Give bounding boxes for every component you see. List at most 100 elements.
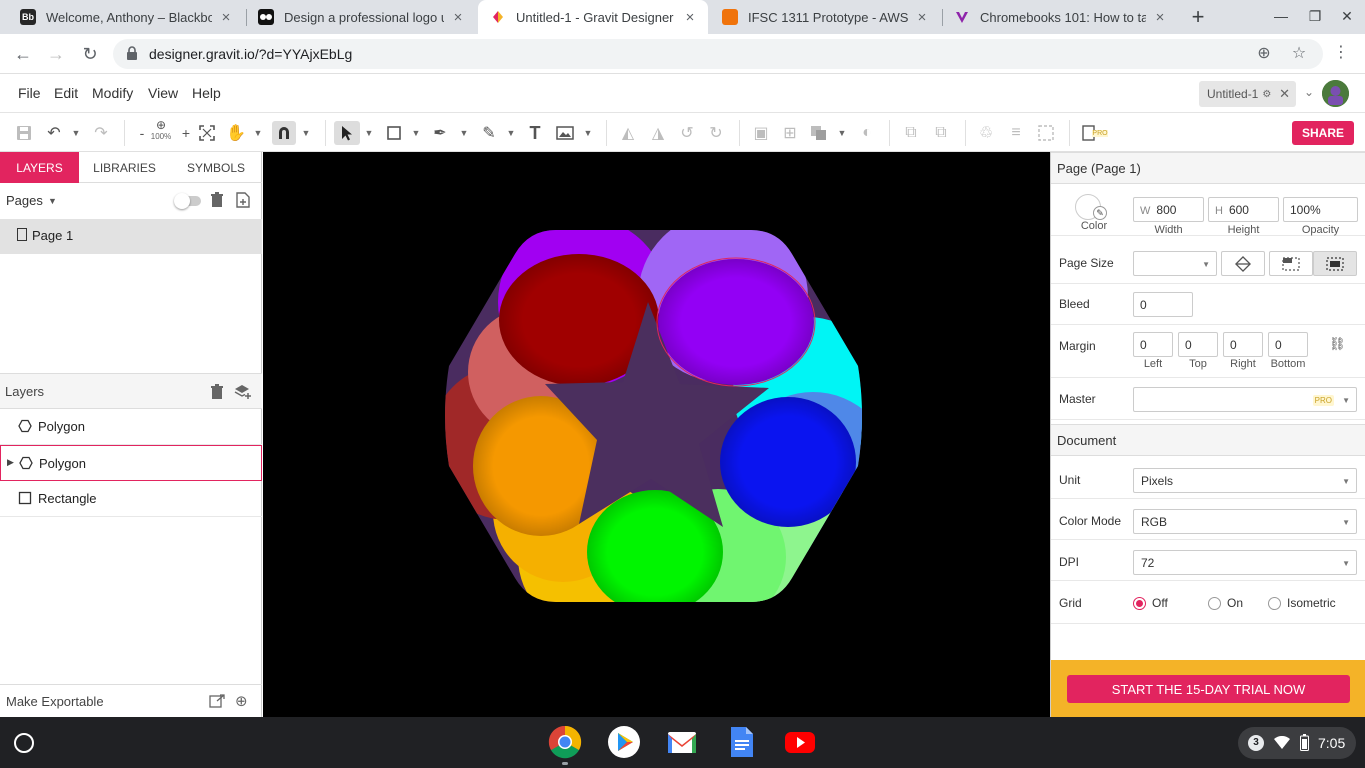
align-icon[interactable]: ≡ <box>1006 121 1026 145</box>
rotate-right-icon[interactable]: ↻ <box>706 121 726 145</box>
launcher-icon[interactable] <box>14 733 34 753</box>
chrome-icon[interactable] <box>548 725 582 759</box>
pages-caret-icon[interactable]: ▼ <box>48 196 57 206</box>
layer-row-polygon[interactable]: Polygon <box>0 409 262 445</box>
minimize-window-icon[interactable]: — <box>1272 8 1290 24</box>
undo-icon[interactable]: ↶ <box>44 121 64 145</box>
tab-libraries[interactable]: LIBRARIES <box>79 152 170 183</box>
redo-icon[interactable]: ↷ <box>91 121 111 145</box>
fit-to-screen-icon[interactable] <box>197 121 217 145</box>
boolean-caret-icon[interactable]: ▼ <box>837 121 847 145</box>
opacity-field[interactable]: 100% <box>1283 197 1358 222</box>
grid-off-radio[interactable] <box>1133 597 1146 610</box>
snapping-magnet-icon[interactable] <box>272 121 296 145</box>
document-tab[interactable]: Untitled-1 ⚙ ✕ <box>1199 81 1296 107</box>
chrome-menu-icon[interactable]: ⋮ <box>1333 42 1349 62</box>
youtube-icon[interactable] <box>783 725 817 759</box>
browser-tab-blackboard[interactable]: Bb Welcome, Anthony – Blackbo × <box>8 0 244 34</box>
dpi-select[interactable]: 72 ▼ <box>1133 550 1357 575</box>
documents-dropdown-icon[interactable]: ⌄ <box>1304 85 1314 99</box>
hand-tool-caret-icon[interactable]: ▼ <box>253 121 263 145</box>
close-tab-icon[interactable]: × <box>218 9 234 26</box>
eyedropper-icon[interactable]: ✎ <box>1093 206 1107 220</box>
menu-view[interactable]: View <box>148 85 178 101</box>
lock-icon[interactable] <box>127 46 137 60</box>
tab-symbols[interactable]: SYMBOLS <box>170 152 262 183</box>
gmail-icon[interactable] <box>665 725 699 759</box>
close-tab-icon[interactable]: × <box>450 9 466 26</box>
system-tray[interactable]: 3 7:05 <box>1238 727 1356 759</box>
zoom-level[interactable]: ⊕ 100% <box>148 118 174 141</box>
url-field[interactable]: designer.gravit.io/?d=YYAjxEbLg ⊕ ☆ <box>113 39 1323 69</box>
new-tab-button[interactable]: + <box>1186 5 1210 29</box>
delete-layer-icon[interactable] <box>210 384 224 404</box>
tab-layers[interactable]: LAYERS <box>0 152 79 183</box>
user-avatar[interactable] <box>1322 80 1349 107</box>
knife-tool-icon[interactable]: ✎ <box>479 121 499 145</box>
grid-on-radio[interactable] <box>1208 597 1221 610</box>
pages-toggle[interactable] <box>174 193 201 209</box>
recycle-icon[interactable]: ♲ <box>976 121 996 145</box>
image-tool-icon[interactable] <box>555 121 575 145</box>
rotate-left-icon[interactable]: ↺ <box>677 121 697 145</box>
pointer-tool-icon[interactable] <box>334 121 360 145</box>
delete-page-icon[interactable] <box>210 192 224 212</box>
forward-button[interactable]: → <box>45 43 67 65</box>
add-shortcut-icon[interactable]: ⊕ <box>1254 44 1274 64</box>
browser-tab-gravit[interactable]: Untitled-1 - Gravit Designer × <box>478 0 708 34</box>
close-document-icon[interactable]: ✕ <box>1279 86 1290 102</box>
page-height-field[interactable]: H 600 <box>1208 197 1279 222</box>
share-button[interactable]: SHARE <box>1292 121 1354 145</box>
expand-layer-icon[interactable]: ▶ <box>7 457 14 468</box>
flip-horizontal-icon[interactable]: ◭ <box>618 121 638 145</box>
menu-help[interactable]: Help <box>192 85 221 101</box>
design-canvas[interactable] <box>263 152 1050 717</box>
flip-vertical-icon[interactable]: ◮ <box>648 121 668 145</box>
undo-history-caret-icon[interactable]: ▼ <box>71 121 81 145</box>
mask-icon[interactable]: ◐ <box>857 121 877 145</box>
browser-tab-chromebooks[interactable]: Chromebooks 101: How to ta × <box>942 0 1178 34</box>
docs-icon[interactable] <box>724 725 758 759</box>
bookmark-star-icon[interactable]: ☆ <box>1289 44 1309 64</box>
close-tab-icon[interactable]: × <box>682 9 698 26</box>
ungroup-icon[interactable]: ⊞ <box>780 121 800 145</box>
page-size-select[interactable]: ▼ <box>1133 251 1217 276</box>
unit-select[interactable]: Pixels ▼ <box>1133 468 1357 493</box>
shape-tool-caret-icon[interactable]: ▼ <box>411 121 421 145</box>
margin-bottom-field[interactable]: 0 <box>1268 332 1308 357</box>
layer-row-polygon-selected[interactable]: ▶ Polygon <box>0 445 262 481</box>
export-pro-icon[interactable]: PRO <box>1080 121 1110 145</box>
close-window-icon[interactable]: ✕ <box>1338 8 1356 25</box>
hand-tool-icon[interactable]: ✋ <box>226 121 246 145</box>
browser-tab-logo[interactable]: Design a professional logo us × <box>246 0 476 34</box>
master-select[interactable]: PRO ▼ <box>1133 387 1357 412</box>
add-layer-icon[interactable] <box>234 384 252 404</box>
image-tool-caret-icon[interactable]: ▼ <box>583 121 593 145</box>
color-mode-select[interactable]: RGB ▼ <box>1133 509 1357 534</box>
pointer-tool-caret-icon[interactable]: ▼ <box>364 121 374 145</box>
browser-tab-aws[interactable]: IFSC 1311 Prototype - AWS C × <box>710 0 940 34</box>
send-backward-icon[interactable]: ⧉ <box>931 121 951 145</box>
margin-left-field[interactable]: 0 <box>1133 332 1173 357</box>
text-tool-icon[interactable]: T <box>525 121 545 145</box>
page-list-item[interactable]: Page 1 <box>0 219 262 254</box>
save-icon[interactable] <box>14 121 34 145</box>
clip-content-button[interactable] <box>1269 251 1313 276</box>
restore-window-icon[interactable]: ❐ <box>1306 8 1324 25</box>
orientation-button[interactable] <box>1221 251 1265 276</box>
menu-modify[interactable]: Modify <box>92 85 133 101</box>
menu-edit[interactable]: Edit <box>54 85 78 101</box>
pages-title[interactable]: Pages <box>6 193 43 208</box>
play-store-icon[interactable] <box>607 725 641 759</box>
margin-right-field[interactable]: 0 <box>1223 332 1263 357</box>
zoom-in-button[interactable]: + <box>176 121 196 145</box>
reload-button[interactable]: ↻ <box>79 43 101 65</box>
menu-file[interactable]: File <box>18 85 41 101</box>
artboard-icon[interactable] <box>1036 121 1056 145</box>
pen-tool-caret-icon[interactable]: ▼ <box>459 121 469 145</box>
canvas-artwork[interactable] <box>263 152 1050 717</box>
back-button[interactable]: ← <box>12 43 34 65</box>
make-exportable-label[interactable]: Make Exportable <box>6 694 104 709</box>
show-content-button[interactable] <box>1313 251 1357 276</box>
hexagon-polygon[interactable] <box>430 212 893 632</box>
